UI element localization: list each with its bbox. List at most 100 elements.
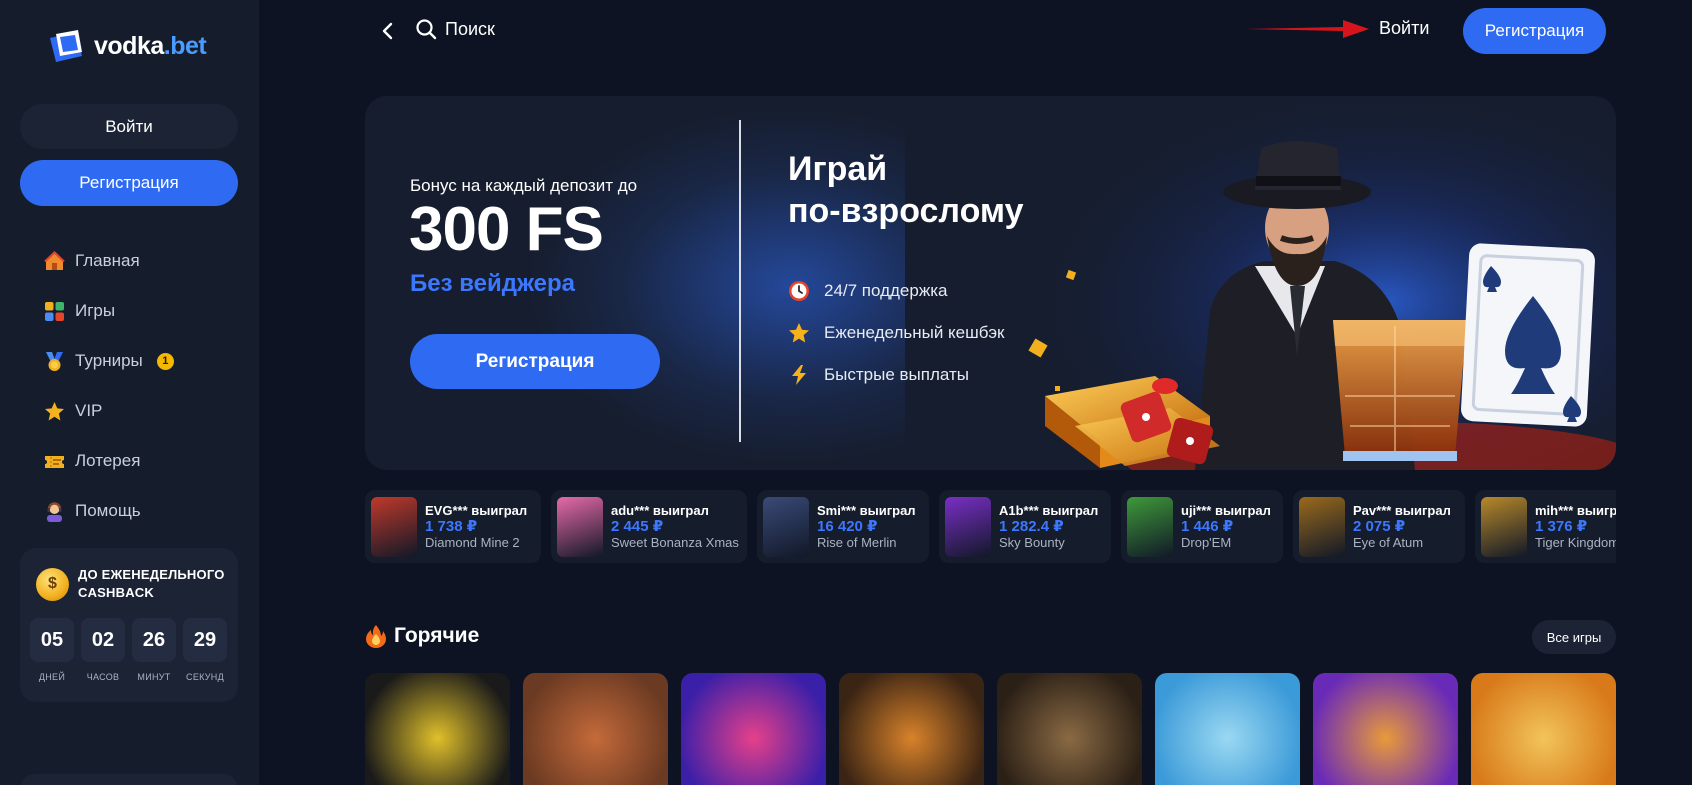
winner-card[interactable]: mih*** выиграл1 376 ₽Tiger Kingdom bbox=[1475, 490, 1616, 563]
cashback-title: ДО ЕЖЕНЕДЕЛЬНОГО CASHBACK bbox=[78, 567, 225, 600]
game-card-goblin-lantern-game[interactable] bbox=[839, 673, 984, 785]
winner-card[interactable]: Smi*** выиграл 16 420 ₽ Rise of Merlin bbox=[757, 490, 929, 563]
countdown-value: 05 bbox=[30, 618, 74, 662]
all-games-button[interactable]: Все игры bbox=[1532, 620, 1616, 654]
hot-title-label: Горячие bbox=[394, 624, 480, 647]
winner-game: Rise of Merlin bbox=[817, 534, 897, 550]
lightning-icon bbox=[788, 364, 810, 386]
countdown-minutes: 26 МИНУТ bbox=[132, 618, 176, 682]
logo-text-vodka: vodka bbox=[94, 31, 164, 60]
game-card-bull-game[interactable] bbox=[523, 673, 668, 785]
logo-text: vodka.bet bbox=[94, 31, 207, 61]
winner-card[interactable]: uji*** выиграл 1 446 ₽ Drop'EM bbox=[1121, 490, 1283, 563]
countdown-label: МИНУТ bbox=[137, 672, 171, 682]
sidebar-bottom-panel bbox=[20, 774, 238, 785]
search-icon bbox=[416, 19, 437, 40]
logo[interactable]: vodka.bet bbox=[46, 26, 207, 66]
countdown-days: 05 ДНЕЙ bbox=[30, 618, 74, 682]
sidebar-item-label: Главная bbox=[75, 251, 140, 270]
logo-text-bet: .bet bbox=[163, 31, 207, 60]
game-card-fishing-game[interactable] bbox=[1155, 673, 1300, 785]
header-register-button[interactable]: Регистрация bbox=[1463, 8, 1606, 54]
promo-banner: Бонус на каждый депозит до 300 FS Без ве… bbox=[365, 96, 1616, 470]
feature-label: Быстрые выплаты bbox=[824, 365, 969, 384]
support-agent-icon bbox=[44, 501, 65, 522]
sidebar-item-tournaments[interactable]: Турниры 1 bbox=[44, 336, 244, 386]
game-thumbnail bbox=[763, 496, 809, 557]
winner-amount: 2 445 ₽ bbox=[611, 517, 664, 535]
weekly-cashback-card: $ ДО ЕЖЕНЕДЕЛЬНОГО CASHBACK 05 ДНЕЙ 02 Ч… bbox=[20, 548, 238, 702]
game-card-king-game[interactable] bbox=[1471, 673, 1616, 785]
star-icon bbox=[788, 322, 810, 344]
header-login-button[interactable]: Войти bbox=[1379, 18, 1429, 39]
winner-user: adu*** выиграл bbox=[611, 502, 709, 518]
game-thumbnail bbox=[945, 496, 991, 557]
ticket-icon bbox=[44, 451, 65, 472]
winner-card[interactable]: Pav*** выиграл 2 075 ₽ Eye of Atum bbox=[1293, 490, 1465, 563]
star-icon bbox=[44, 401, 65, 422]
hot-section-title: Горячие bbox=[366, 624, 479, 648]
banner-subtitle: Бонус на каждый депозит до bbox=[410, 176, 638, 195]
banner-illustration bbox=[1005, 96, 1616, 470]
winner-user: mih*** выиграл bbox=[1535, 502, 1616, 518]
chevron-left-icon bbox=[382, 22, 393, 40]
sidebar-item-lottery[interactable]: Лотерея bbox=[44, 436, 244, 486]
feature-support: 24/7 поддержка bbox=[788, 270, 1004, 312]
winner-game: Drop'EM bbox=[1181, 534, 1232, 550]
winner-user: Pav*** выиграл bbox=[1353, 502, 1451, 518]
banner-heading-line1: Играй bbox=[788, 150, 888, 188]
winner-info: adu*** выиграл 2 445 ₽ Sweet Bonanza Xmas bbox=[611, 503, 739, 551]
winner-user: Smi*** выиграл bbox=[817, 502, 916, 518]
search-button[interactable]: Поиск bbox=[415, 18, 495, 40]
game-thumbnail bbox=[371, 496, 417, 557]
money-coin-icon: $ bbox=[36, 567, 69, 601]
recent-winners-strip: EVG*** выиграл 1 738 ₽ Diamond Mine 2 adu**… bbox=[365, 490, 1616, 563]
sidebar-item-games[interactable]: Игры bbox=[44, 286, 244, 336]
feature-fast-payouts: Быстрые выплаты bbox=[788, 354, 1004, 396]
winner-info: A1b*** выиграл 1 282.4 ₽ Sky Bounty bbox=[999, 503, 1098, 551]
winner-game: Tiger Kingdom bbox=[1535, 534, 1616, 550]
banner-features: 24/7 поддержка Еженедельный кешбэк Быстр… bbox=[788, 270, 1004, 396]
winner-card[interactable]: A1b*** выиграл 1 282.4 ₽ Sky Bounty bbox=[939, 490, 1111, 563]
sidebar-login-button[interactable]: Войти bbox=[20, 104, 238, 149]
banner-heading-line2: по-взрослому bbox=[788, 192, 1024, 230]
tournaments-count-badge: 1 bbox=[156, 352, 174, 370]
winner-info: Pav*** выиграл 2 075 ₽ Eye of Atum bbox=[1353, 503, 1451, 551]
clock-icon bbox=[788, 280, 810, 302]
game-card-boothill[interactable] bbox=[997, 673, 1142, 785]
feature-label: 24/7 поддержка bbox=[824, 281, 948, 300]
winner-game: Diamond Mine 2 bbox=[425, 534, 520, 550]
winner-info: EVG*** выиграл 1 738 ₽ Diamond Mine 2 bbox=[425, 503, 527, 551]
winner-amount: 2 075 ₽ bbox=[1353, 517, 1406, 535]
winner-game: Sky Bounty bbox=[999, 534, 1065, 550]
winner-user: EVG*** выиграл bbox=[425, 502, 528, 518]
sidebar-item-help[interactable]: Помощь bbox=[44, 486, 244, 536]
game-card-dj-fruit-game[interactable] bbox=[681, 673, 826, 785]
sidebar-item-vip[interactable]: VIP bbox=[44, 386, 244, 436]
banner-register-button[interactable]: Регистрация bbox=[410, 334, 660, 389]
game-card-buffalo-game[interactable] bbox=[1313, 673, 1458, 785]
sidebar-item-label: VIP bbox=[75, 401, 103, 420]
cashback-countdown: 05 ДНЕЙ 02 ЧАСОВ 26 МИНУТ 29 СЕКУНД bbox=[30, 618, 227, 682]
winner-user: A1b*** выиграл bbox=[999, 502, 1099, 518]
banner-heading: Играй по-взрослому bbox=[788, 148, 1024, 232]
back-button[interactable] bbox=[378, 20, 398, 42]
search-label: Поиск bbox=[445, 18, 495, 39]
winner-card[interactable]: adu*** выиграл 2 445 ₽ Sweet Bonanza Xmas bbox=[551, 490, 747, 563]
sidebar-item-home[interactable]: Главная bbox=[44, 236, 244, 286]
banner-divider bbox=[739, 120, 741, 442]
countdown-seconds: 29 СЕКУНД bbox=[183, 618, 227, 682]
winner-info: Smi*** выиграл 16 420 ₽ Rise of Merlin bbox=[817, 503, 916, 551]
game-card-lucky-streak-3[interactable] bbox=[365, 673, 510, 785]
sidebar-register-button[interactable]: Регистрация bbox=[20, 160, 238, 206]
winner-game: Sweet Bonanza Xmas bbox=[611, 534, 739, 550]
winner-game: Eye of Atum bbox=[1353, 534, 1424, 550]
winner-info: mih*** выиграл1 376 ₽Tiger Kingdom bbox=[1535, 503, 1616, 551]
cashback-header: $ ДО ЕЖЕНЕДЕЛЬНОГО CASHBACK bbox=[36, 566, 228, 602]
feature-cashback: Еженедельный кешбэк bbox=[788, 312, 1004, 354]
sidebar-item-label: Помощь bbox=[75, 501, 141, 520]
winner-card[interactable]: EVG*** выиграл 1 738 ₽ Diamond Mine 2 bbox=[365, 490, 541, 563]
games-grid-icon bbox=[44, 301, 65, 322]
countdown-label: ЧАСОВ bbox=[86, 672, 120, 682]
game-thumbnail bbox=[557, 496, 603, 557]
